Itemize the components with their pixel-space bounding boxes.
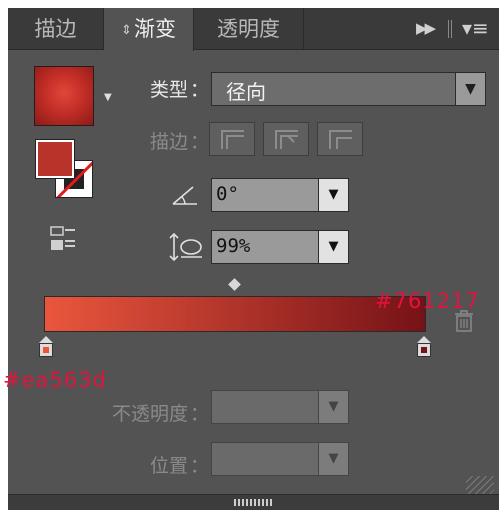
stroke-within-icon (221, 130, 244, 149)
gradient-stop-start[interactable] (39, 336, 53, 358)
type-select-value: 径向 (226, 80, 266, 104)
stroke-within-button[interactable] (209, 122, 255, 156)
aspect-ratio-field[interactable]: 99% ▼ (211, 230, 349, 264)
triangle-down-icon: ▼ (318, 443, 348, 475)
stop-box (417, 343, 431, 357)
start-color-hex-annotation: #ea563d (3, 368, 107, 392)
gradient-stop-end[interactable] (417, 336, 431, 358)
type-label: 类型 (149, 79, 188, 101)
gradient-preview-swatch[interactable] (34, 66, 94, 126)
angle-value: 0° (216, 183, 239, 205)
type-colon: ： (190, 79, 210, 101)
tab-gradient[interactable]: ⇕渐变 (104, 8, 194, 51)
triangle-down-icon[interactable]: ▼ (318, 179, 348, 211)
angle-icon (171, 184, 199, 210)
tab-transparency[interactable]: 透明度 (194, 8, 304, 50)
gradient-panel: 描边 ⇕渐变 透明度 ▶▶ ▾≡ ▼ 类型 ： 径向 ▼ 描边 ： 0° ▼ 9… (8, 8, 499, 510)
stop-pointer (39, 336, 53, 343)
stroke-label: 描边 (149, 131, 188, 153)
tab-bar-separator (448, 20, 452, 38)
end-color-hex-annotation: #761217 (375, 289, 480, 313)
stroke-colon: ： (190, 131, 210, 153)
triangle-down-icon: ▼ (318, 391, 348, 423)
location-label: 位置 (149, 455, 188, 477)
angle-field[interactable]: 0° ▼ (211, 178, 349, 212)
bottom-bar (8, 494, 499, 510)
triangle-down-icon[interactable]: ▼ (318, 231, 348, 263)
up-down-arrows-icon: ⇕ (121, 23, 132, 38)
stroke-across-button[interactable] (317, 122, 363, 156)
type-select[interactable]: 径向 ▼ (211, 72, 486, 106)
location-colon: ： (190, 455, 210, 477)
stop-pointer (417, 336, 431, 343)
tab-stroke[interactable]: 描边 (8, 8, 104, 50)
opacity-field: ▼ (211, 390, 349, 424)
panel-grip-handle[interactable] (234, 499, 274, 506)
stop-color-fill (43, 347, 49, 353)
triangle-down-icon[interactable]: ▼ (104, 92, 112, 103)
triangle-down-icon[interactable]: ▼ (455, 73, 485, 105)
aspect-ratio-value: 99% (216, 235, 251, 257)
panel-menu-icon[interactable]: ▾≡ (462, 16, 489, 40)
opacity-label: 不透明度 (111, 403, 188, 425)
aspect-ratio-icon (168, 232, 204, 266)
trash-icon[interactable] (454, 310, 474, 336)
double-chevron-right-icon[interactable]: ▶▶ (416, 19, 436, 37)
stop-color-fill (421, 347, 427, 353)
opacity-colon: ： (190, 403, 210, 425)
gradient-slider-bar[interactable] (44, 296, 426, 332)
tab-gradient-label: 渐变 (133, 17, 176, 41)
resize-grip[interactable] (466, 476, 494, 496)
stroke-across-icon (329, 130, 352, 149)
arrange-icon[interactable] (50, 226, 80, 256)
gradient-midpoint-handle[interactable] (228, 278, 241, 291)
tab-bar: 描边 ⇕渐变 透明度 ▶▶ ▾≡ (8, 8, 499, 51)
stop-box (39, 343, 53, 357)
stroke-along-button[interactable] (263, 122, 309, 156)
location-field: ▼ (211, 442, 349, 476)
stroke-along-icon (275, 130, 298, 149)
fill-color-swatch[interactable] (35, 139, 75, 179)
